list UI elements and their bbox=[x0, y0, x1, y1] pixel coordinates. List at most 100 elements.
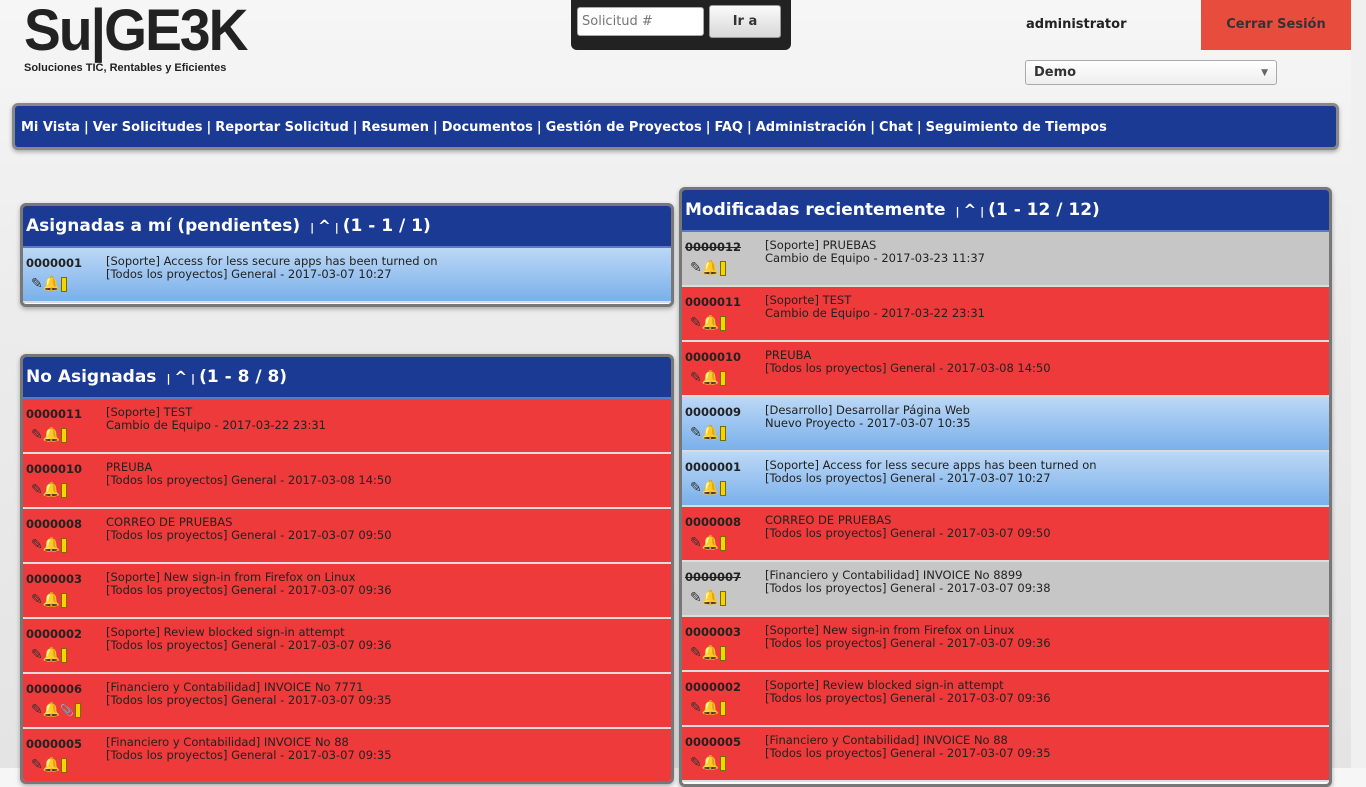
nav-link-8[interactable]: Chat bbox=[879, 120, 913, 135]
issue-id-link[interactable]: 0000005 bbox=[685, 735, 741, 749]
issue-id-link[interactable]: 0000001 bbox=[26, 256, 82, 270]
project-select[interactable]: Demo ▼ bbox=[1025, 60, 1277, 85]
issue-meta: [Todos los proyectos] General - 2017-03-… bbox=[106, 473, 392, 487]
table-row: 0000008 CORREO DE PRUEBAS [Todos los proye… bbox=[23, 509, 671, 564]
issue-id-link[interactable]: 0000011 bbox=[26, 407, 82, 421]
issue-id-link[interactable]: 0000002 bbox=[685, 680, 741, 694]
panel-title[interactable]: Modificadas recientemente bbox=[685, 200, 946, 220]
username[interactable]: administrator bbox=[1026, 17, 1126, 32]
pencil-icon[interactable]: ✎ bbox=[31, 427, 43, 443]
issue-id-link[interactable]: 0000003 bbox=[685, 625, 741, 639]
issue-id-link[interactable]: 0000008 bbox=[685, 515, 741, 529]
bell-icon: 🔔 bbox=[701, 590, 720, 606]
nav-link-4[interactable]: Documentos bbox=[442, 120, 533, 135]
issue-id-link[interactable]: 0000009 bbox=[685, 405, 741, 419]
table-row: 0000001 [Soporte] Access for less secure … bbox=[682, 452, 1329, 507]
pencil-icon[interactable]: ✎ bbox=[31, 592, 43, 608]
nav-link-0[interactable]: Mi Vista bbox=[21, 120, 80, 135]
issue-id-link[interactable]: 0000011 bbox=[685, 295, 741, 309]
logo-text: Su|GE3K bbox=[24, 0, 248, 63]
nav-link-3[interactable]: Resumen bbox=[362, 120, 429, 135]
assigned-panel: Asignadas a mí (pendientes) | ^ | (1 - 1 / 1… bbox=[20, 203, 674, 307]
goto-button[interactable]: Ir a bbox=[709, 5, 781, 38]
panel-title[interactable]: No Asignadas bbox=[26, 367, 156, 387]
bar-separator: | bbox=[955, 205, 960, 218]
issue-meta: [Todos los proyectos] General - 2017-03-… bbox=[765, 636, 1051, 650]
nav-separator: | bbox=[432, 120, 438, 135]
pencil-icon[interactable]: ✎ bbox=[690, 700, 702, 716]
nav-separator: | bbox=[536, 120, 542, 135]
pencil-icon[interactable]: ✎ bbox=[690, 590, 702, 606]
pencil-icon[interactable]: ✎ bbox=[690, 645, 702, 661]
issue-id-link[interactable]: 0000001 bbox=[685, 460, 741, 474]
pencil-icon[interactable]: ✎ bbox=[31, 537, 43, 553]
issue-meta: Cambio de Equipo - 2017-03-22 23:31 bbox=[765, 306, 985, 320]
nav-separator: | bbox=[352, 120, 358, 135]
nav-separator: | bbox=[746, 120, 752, 135]
table-row: 0000003 [Soporte] New sign-in from Firefo… bbox=[23, 564, 671, 619]
bell-icon: 🔔 bbox=[701, 645, 720, 661]
priority-bar-icon bbox=[720, 535, 727, 551]
request-number-input[interactable] bbox=[577, 7, 704, 36]
pencil-icon[interactable]: ✎ bbox=[690, 370, 702, 386]
nav-separator: | bbox=[206, 120, 212, 135]
issue-id-link[interactable]: 0000010 bbox=[26, 462, 82, 476]
priority-bar-icon bbox=[61, 482, 68, 498]
nav-link-7[interactable]: Administración bbox=[756, 120, 867, 135]
pencil-icon[interactable]: ✎ bbox=[31, 702, 43, 718]
pencil-icon[interactable]: ✎ bbox=[690, 480, 702, 496]
priority-bar-icon bbox=[61, 427, 68, 443]
paperclip-icon: 📎 bbox=[60, 704, 74, 717]
pencil-icon[interactable]: ✎ bbox=[31, 482, 43, 498]
panel-title[interactable]: Asignadas a mí (pendientes) bbox=[26, 216, 300, 236]
pencil-icon[interactable]: ✎ bbox=[690, 260, 702, 276]
issue-meta: [Todos los proyectos] General - 2017-03-… bbox=[765, 526, 1051, 540]
nav-link-9[interactable]: Seguimiento de Tiempos bbox=[926, 120, 1107, 135]
collapse-link[interactable]: ^ bbox=[174, 368, 187, 386]
recent-panel: Modificadas recientemente | ^ | (1 - 12 / 12… bbox=[679, 187, 1332, 787]
bar-separator: | bbox=[166, 372, 171, 385]
table-row: 0000002 [Soporte] Review blocked sign-in … bbox=[682, 672, 1329, 727]
bell-icon: 🔔 bbox=[42, 702, 61, 718]
nav-link-6[interactable]: FAQ bbox=[714, 120, 743, 135]
collapse-link[interactable]: ^ bbox=[964, 201, 977, 219]
pencil-icon[interactable]: ✎ bbox=[690, 425, 702, 441]
table-row: 0000003 [Soporte] New sign-in from Firefo… bbox=[682, 617, 1329, 672]
bell-icon: 🔔 bbox=[42, 757, 61, 773]
goto-bar: Ir a bbox=[571, 0, 791, 50]
issue-id-link[interactable]: 0000007 bbox=[685, 570, 741, 584]
pencil-icon[interactable]: ✎ bbox=[690, 535, 702, 551]
panel-range[interactable]: (1 - 12 / 12) bbox=[988, 200, 1100, 220]
pencil-icon[interactable]: ✎ bbox=[31, 276, 43, 292]
priority-bar-icon bbox=[61, 276, 68, 292]
issue-id-link[interactable]: 0000003 bbox=[26, 572, 82, 586]
logout-button[interactable]: Cerrar Sesión bbox=[1201, 0, 1351, 50]
priority-bar-icon bbox=[720, 700, 727, 716]
table-row: 0000002 [Soporte] Review blocked sign-in … bbox=[23, 619, 671, 674]
pencil-icon[interactable]: ✎ bbox=[31, 647, 43, 663]
pencil-icon[interactable]: ✎ bbox=[31, 757, 43, 773]
nav-link-2[interactable]: Reportar Solicitud bbox=[215, 120, 349, 135]
pencil-icon[interactable]: ✎ bbox=[690, 315, 702, 331]
issue-id-link[interactable]: 0000006 bbox=[26, 682, 82, 696]
bar-separator: | bbox=[334, 221, 339, 234]
scrollbar[interactable] bbox=[1351, 0, 1366, 768]
priority-bar-icon bbox=[720, 315, 727, 331]
issue-meta: [Todos los proyectos] General - 2017-03-… bbox=[765, 361, 1051, 375]
logo-tagline: Soluciones TIC, Rentables y Eficientes bbox=[24, 62, 227, 74]
bell-icon: 🔔 bbox=[701, 480, 720, 496]
nav-link-1[interactable]: Ver Solicitudes bbox=[93, 120, 203, 135]
nav-link-5[interactable]: Gestión de Proyectos bbox=[546, 120, 702, 135]
issue-id-link[interactable]: 0000008 bbox=[26, 517, 82, 531]
issue-meta: Cambio de Equipo - 2017-03-22 23:31 bbox=[106, 418, 326, 432]
priority-bar-icon bbox=[61, 757, 68, 773]
issue-id-link[interactable]: 0000012 bbox=[685, 240, 741, 254]
pencil-icon[interactable]: ✎ bbox=[690, 755, 702, 771]
issue-id-link[interactable]: 0000002 bbox=[26, 627, 82, 641]
collapse-link[interactable]: ^ bbox=[318, 217, 331, 235]
issue-id-link[interactable]: 0000005 bbox=[26, 737, 82, 751]
issue-id-link[interactable]: 0000010 bbox=[685, 350, 741, 364]
logo[interactable]: Su|GE3K Soluciones TIC, Rentables y Efic… bbox=[24, 0, 258, 75]
panel-range[interactable]: (1 - 8 / 8) bbox=[199, 367, 287, 387]
panel-range[interactable]: (1 - 1 / 1) bbox=[343, 216, 431, 236]
